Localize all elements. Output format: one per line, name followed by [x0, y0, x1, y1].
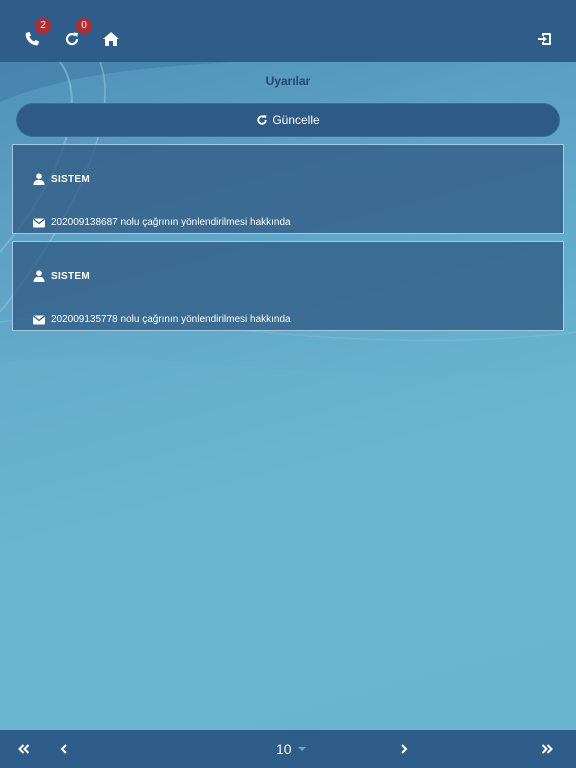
first-page-button[interactable] — [14, 730, 34, 768]
refresh-icon — [257, 115, 267, 125]
page-size-select[interactable]: 10 — [276, 730, 306, 768]
chevron-right-icon — [401, 744, 408, 754]
page-size-value: 10 — [276, 741, 292, 757]
alert-sender: SISTEM — [33, 173, 90, 185]
caret-down-icon — [297, 747, 306, 751]
double-chevron-left-icon — [18, 744, 30, 754]
next-page-button[interactable] — [396, 730, 412, 768]
envelope-icon — [33, 315, 45, 324]
alert-message: 202009135778 nolu çağrının yönlendirilme… — [33, 314, 291, 325]
alert-card[interactable]: SISTEM 202009138687 nolu çağrının yönlen… — [12, 144, 564, 234]
refresh-icon — [65, 32, 79, 46]
chevron-left-icon — [60, 744, 67, 754]
alert-sender-label: SISTEM — [51, 270, 91, 282]
sync-badge: 0 — [76, 18, 92, 34]
calls-badge: 2 — [35, 18, 51, 34]
alert-sender-label: SISTEM — [51, 173, 91, 185]
envelope-icon — [33, 218, 45, 227]
alert-message: 202009138687 nolu çağrının yönlendirilme… — [33, 217, 291, 228]
last-page-button[interactable] — [537, 730, 557, 768]
user-icon — [33, 173, 45, 185]
refresh-button-label: Güncelle — [272, 113, 320, 127]
home-icon — [103, 32, 119, 46]
pagination-bar: 10 — [0, 730, 576, 768]
home-button[interactable] — [101, 29, 121, 49]
alert-sender: SISTEM — [33, 270, 90, 282]
previous-page-button[interactable] — [56, 730, 72, 768]
alert-card[interactable]: SISTEM 202009135778 nolu çağrının yönlen… — [12, 241, 564, 331]
double-chevron-right-icon — [541, 744, 553, 754]
refresh-button[interactable]: Güncelle — [16, 103, 560, 137]
phone-icon — [25, 32, 39, 46]
user-icon — [33, 270, 45, 282]
logout-button[interactable] — [535, 29, 555, 49]
logout-icon — [538, 33, 551, 45]
alert-message-text: 202009135778 nolu çağrının yönlendirilme… — [51, 314, 291, 325]
top-bar: 2 0 — [0, 0, 576, 62]
alert-message-text: 202009138687 nolu çağrının yönlendirilme… — [51, 217, 291, 228]
page-title: Uyarılar — [265, 74, 311, 88]
